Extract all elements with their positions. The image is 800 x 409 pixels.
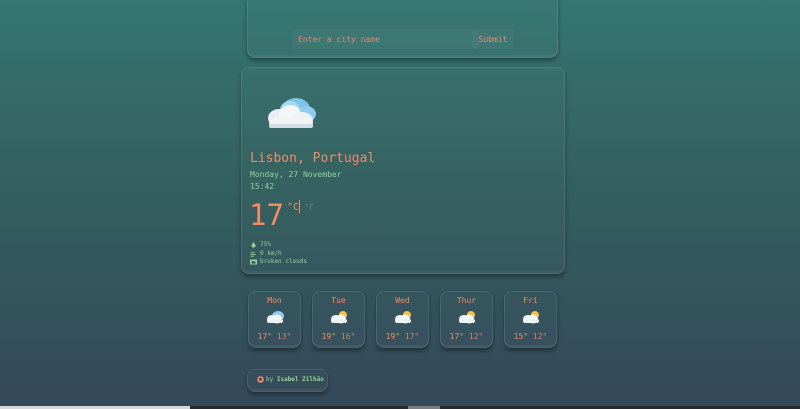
wind-row: 0 km/h <box>250 250 282 257</box>
forecast-day: Wed <box>395 296 410 305</box>
forecast-day: Mon <box>267 296 282 305</box>
forecast-max: 17° <box>257 332 273 341</box>
credit-by: by <box>266 376 274 383</box>
celsius-toggle[interactable]: °C <box>287 202 299 213</box>
description-row: broken clouds <box>250 258 307 265</box>
partly-cloudy-icon <box>331 311 347 324</box>
forecast-temps: 15° 12° <box>505 332 556 341</box>
partly-cloudy-icon <box>459 311 475 324</box>
current-temperature: 17 <box>249 198 284 232</box>
forecast-day: Tue <box>331 296 346 305</box>
forecast-min: 17° <box>404 332 420 341</box>
forecast-max: 19° <box>385 332 401 341</box>
humidity-value: 75% <box>260 241 271 248</box>
forecast-max: 17° <box>449 332 465 341</box>
partly-cloudy-icon <box>395 311 411 324</box>
current-date: Monday, 27 November <box>250 170 342 179</box>
forecast-temps: 17° 12° <box>441 332 492 341</box>
fahrenheit-toggle[interactable]: °F <box>304 203 314 212</box>
unit-divider <box>299 200 300 213</box>
cloud-icon <box>267 311 284 324</box>
city-search-input[interactable] <box>292 29 479 49</box>
author-link[interactable]: Isabel Zilhão <box>277 376 324 383</box>
forecast-min: 12° <box>532 332 548 341</box>
forecast-card: Wed 19° 17° <box>376 291 429 348</box>
forecast-temps: 19° 16° <box>313 332 364 341</box>
forecast-card: Thur 17° 12° <box>440 291 493 348</box>
forecast-temps: 17° 13° <box>249 332 300 341</box>
submit-button[interactable]: Submit <box>472 29 514 49</box>
forecast-min: 12° <box>468 332 484 341</box>
forecast-card: Fri 15° 12° <box>504 291 557 348</box>
partly-cloudy-icon <box>523 311 539 324</box>
droplet-icon <box>251 241 256 248</box>
clouds-small-icon <box>250 259 257 264</box>
humidity-row: 75% <box>250 241 271 248</box>
forecast-max: 19° <box>321 332 337 341</box>
forecast-temps: 19° 17° <box>377 332 428 341</box>
author-credit: by Isabel Zilhão <box>266 376 324 383</box>
forecast-card: Tue 19° 16° <box>312 291 365 348</box>
wind-value: 0 km/h <box>260 250 282 257</box>
github-icon[interactable] <box>257 376 264 383</box>
forecast-card: Mon 17° 13° <box>248 291 301 348</box>
forecast-min: 13° <box>276 332 292 341</box>
current-time: 15:42 <box>250 182 275 191</box>
location-title: Lisbon, Portugal <box>250 151 376 166</box>
forecast-day: Thur <box>456 296 477 305</box>
broken-clouds-icon <box>268 98 316 128</box>
wind-icon <box>250 251 256 257</box>
weather-description: broken clouds <box>260 258 307 265</box>
forecast-max: 15° <box>513 332 529 341</box>
forecast-min: 16° <box>340 332 356 341</box>
forecast-day: Fri <box>523 296 538 305</box>
